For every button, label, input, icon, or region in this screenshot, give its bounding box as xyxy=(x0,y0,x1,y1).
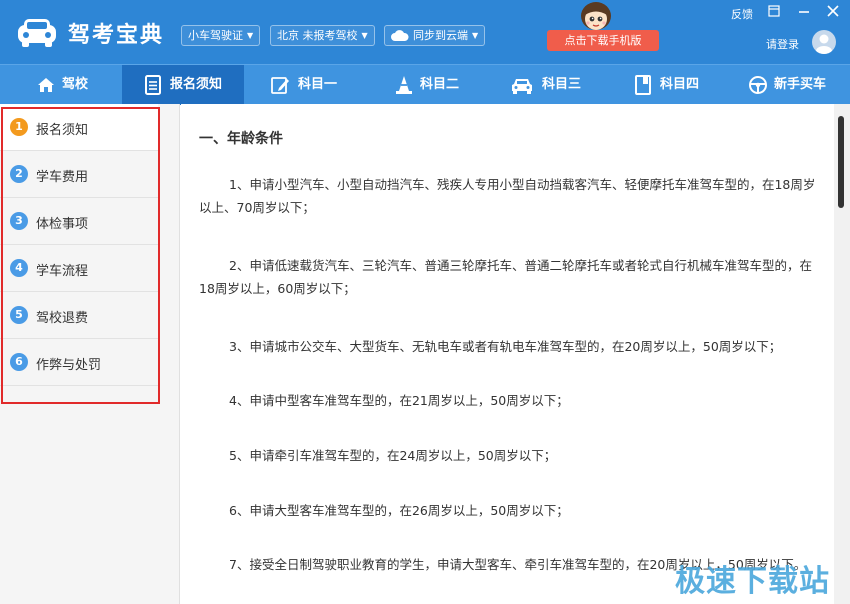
sidebar-item-medical[interactable]: 3 体检事项 xyxy=(0,198,158,245)
chevron-down-icon: ▼ xyxy=(361,31,368,40)
car-icon xyxy=(512,79,532,94)
cloud-icon xyxy=(391,30,409,41)
nav-label: 驾校 xyxy=(62,77,89,92)
nav-label: 科目一 xyxy=(298,77,338,92)
book-icon xyxy=(635,75,651,95)
paragraph: 2、申请低速载货汽车、三轮汽车、普通三轮摩托车、普通二轮摩托车或者轮式自行机械车… xyxy=(199,258,812,296)
cone-icon xyxy=(396,76,412,94)
watermark-text: 极速下载站 xyxy=(675,564,830,599)
sidebar-item-label: 体检事项 xyxy=(36,217,89,232)
pencil-icon xyxy=(271,77,289,94)
content-pane: 一、年龄条件 1、申请小型汽车、小型自动挡汽车、残疾人专用小型自动挡载客汽车、轻… xyxy=(181,104,834,604)
step-number-badge: 6 xyxy=(10,353,28,371)
nav-tab-subject-one[interactable]: 科目一 xyxy=(244,65,366,105)
nav-label: 科目三 xyxy=(542,77,582,92)
cloud-sync-label: 同步到云端 xyxy=(413,29,468,42)
step-number-badge: 4 xyxy=(10,259,28,277)
cloud-sync-dropdown[interactable]: 同步到云端 ▼ xyxy=(384,25,486,46)
main-nav: 驾校 报名须知 科目一 科目二 科目三 科目四 新手买车 xyxy=(0,64,850,105)
house-icon xyxy=(38,78,54,92)
license-type-dropdown[interactable]: 小车驾驶证 ▼ xyxy=(181,25,261,46)
sidebar-item-label: 报名须知 xyxy=(36,123,89,138)
paragraph: 4、申请中型客车准驾车型的，在21周岁以上，50周岁以下； xyxy=(229,393,569,408)
sidebar-item-label: 学车流程 xyxy=(36,264,89,279)
step-number-badge: 5 xyxy=(10,306,28,324)
step-number-badge: 2 xyxy=(10,165,28,183)
section-heading: 一、年龄条件 xyxy=(199,131,283,147)
nav-tab-driving-school[interactable]: 驾校 xyxy=(0,65,122,105)
skin-icon[interactable] xyxy=(767,4,781,18)
nav-label: 新手买车 xyxy=(774,77,827,92)
download-mobile-button[interactable]: 点击下载手机版 xyxy=(547,30,659,51)
nav-tab-buy-car[interactable]: 新手买车 xyxy=(732,65,850,105)
step-number-badge: 3 xyxy=(10,212,28,230)
minimize-icon[interactable] xyxy=(797,4,811,18)
sidebar-item-label: 学车费用 xyxy=(36,170,89,185)
license-type-label: 小车驾驶证 xyxy=(188,29,243,42)
document-icon xyxy=(145,75,161,95)
nav-tab-registration[interactable]: 报名须知 xyxy=(122,65,244,105)
location-dropdown[interactable]: 北京 未报考驾校 ▼ xyxy=(270,25,375,46)
nav-tab-subject-four[interactable]: 科目四 xyxy=(610,65,732,105)
nav-label: 报名须知 xyxy=(170,77,223,92)
login-link[interactable]: 请登录 xyxy=(766,36,799,52)
nav-tab-subject-two[interactable]: 科目二 xyxy=(366,65,488,105)
nav-label: 科目四 xyxy=(660,77,700,92)
location-label: 北京 未报考驾校 xyxy=(277,29,358,42)
feedback-link[interactable]: 反馈 xyxy=(731,6,753,22)
sidebar-item-label: 作弊与处罚 xyxy=(36,358,102,373)
paragraph: 5、申请牵引车准驾车型的，在24周岁以上，50周岁以下； xyxy=(229,448,557,463)
chevron-down-icon: ▼ xyxy=(247,31,254,40)
title-bar: 驾考宝典 小车驾驶证 ▼ 北京 未报考驾校 ▼ 同步到云端 ▼ 点击下载手机版 反馈 … xyxy=(0,0,850,64)
sidebar-item-registration[interactable]: 1 报名须知 xyxy=(0,104,158,151)
sidebar: 1 报名须知 2 学车费用 3 体检事项 4 学车流程 5 驾校退费 6 作弊与… xyxy=(0,104,180,604)
sidebar-item-penalty[interactable]: 6 作弊与处罚 xyxy=(0,339,158,386)
sidebar-item-fees[interactable]: 2 学车费用 xyxy=(0,151,158,198)
app-title: 驾考宝典 xyxy=(68,23,165,48)
scrollbar-thumb[interactable] xyxy=(838,116,844,208)
sidebar-item-label: 驾校退费 xyxy=(36,311,89,326)
step-number-badge: 1 xyxy=(10,118,28,136)
paragraph: 1、申请小型汽车、小型自动挡汽车、残疾人专用小型自动挡载客汽车、轻便摩托车准驾车… xyxy=(199,177,816,215)
steering-wheel-icon xyxy=(749,76,767,94)
sidebar-item-refund[interactable]: 5 驾校退费 xyxy=(0,292,158,339)
chevron-down-icon: ▼ xyxy=(472,31,479,40)
nav-label: 科目二 xyxy=(420,77,460,92)
nav-tab-subject-three[interactable]: 科目三 xyxy=(488,65,610,105)
user-avatar-icon[interactable] xyxy=(812,30,836,54)
paragraph: 3、申请城市公交车、大型货车、无轨电车或者有轨电车准驾车型的，在20周岁以上，5… xyxy=(229,339,782,354)
close-icon[interactable] xyxy=(826,4,840,18)
sidebar-item-process[interactable]: 4 学车流程 xyxy=(0,245,158,292)
car-logo-icon xyxy=(18,19,56,47)
paragraph: 6、申请大型客车准驾车型的，在26周岁以上，50周岁以下； xyxy=(229,503,569,518)
